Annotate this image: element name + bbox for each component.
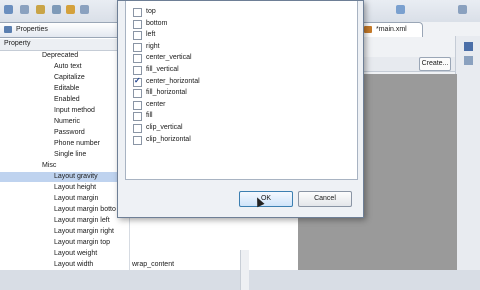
property-value[interactable]: wrap_content	[132, 260, 174, 270]
option-label: fill_vertical	[146, 66, 179, 73]
outline-icon[interactable]	[464, 56, 473, 65]
property-row[interactable]: Layout weight	[0, 249, 240, 259]
create-button[interactable]: Create...	[419, 57, 451, 71]
option-checkbox[interactable]	[133, 89, 142, 99]
folder-icon[interactable]	[36, 5, 45, 14]
star-icon[interactable]	[66, 5, 75, 14]
option-checkbox[interactable]	[133, 135, 142, 145]
property-name: Enabled	[54, 96, 80, 103]
option-checkbox[interactable]	[133, 76, 142, 87]
property-row[interactable]: Layout width wrap_content	[0, 260, 240, 270]
property-name: Layout margin left	[54, 217, 110, 224]
window-icon[interactable]	[458, 5, 467, 14]
property-name: Capitalize	[54, 74, 85, 81]
option-label: left	[146, 31, 156, 39]
property-name: Layout margin	[54, 195, 99, 202]
side-toolbar	[455, 36, 480, 270]
option-label: clip_vertical	[146, 124, 183, 131]
option-checkbox[interactable]	[133, 54, 142, 64]
option-label: center_vertical	[146, 54, 192, 62]
property-row[interactable]: Layout margin top	[0, 238, 240, 248]
properties-scrollbar[interactable]	[240, 250, 249, 290]
ok-button[interactable]: OK	[239, 191, 293, 207]
property-name: Layout margin botto	[54, 206, 116, 213]
properties-icon	[4, 26, 12, 33]
property-column-header: Property	[4, 40, 31, 47]
option-label: center_horizontal	[146, 77, 200, 85]
option-checkbox[interactable]	[133, 100, 142, 110]
option-label: right	[146, 42, 160, 50]
property-name: Password	[54, 129, 85, 136]
editor-tab-label: *main.xml	[376, 26, 407, 33]
property-name: Auto text	[54, 63, 82, 70]
properties-tab-label: Properties	[16, 26, 48, 33]
editor-tab-main-xml[interactable]: *main.xml	[359, 22, 423, 37]
option-checkbox[interactable]	[133, 42, 142, 52]
nav-icon[interactable]	[80, 5, 89, 14]
gravity-options-list: top bottom left right center_vertical fill_ve…	[125, 1, 358, 180]
property-name: Layout gravity	[54, 173, 98, 180]
option-checkbox[interactable]	[133, 19, 142, 29]
option-checkbox[interactable]	[133, 112, 142, 122]
property-name: Layout margin right	[54, 228, 114, 235]
option-label: center	[146, 100, 166, 108]
property-name: Numeric	[54, 118, 81, 125]
option-label: clip_horizontal	[146, 135, 191, 143]
property-name: Layout height	[54, 184, 97, 191]
option-label: top	[146, 8, 156, 15]
option-checkbox[interactable]	[133, 8, 142, 17]
new-icon[interactable]	[4, 5, 13, 14]
properties-tab[interactable]: Properties	[0, 22, 121, 38]
option-checkbox[interactable]	[133, 31, 142, 41]
back-icon[interactable]	[20, 5, 29, 14]
property-name: Phone number	[54, 140, 100, 147]
property-name: Layout margin top	[54, 239, 111, 246]
property-name: Layout width	[54, 261, 94, 268]
cancel-button[interactable]: Cancel	[298, 191, 352, 207]
option-label: fill	[146, 112, 153, 120]
layout-icon[interactable]	[464, 42, 473, 51]
property-name: Input method	[54, 107, 95, 114]
property-row[interactable]: Layout margin right	[0, 227, 240, 237]
property-name: Misc	[42, 162, 57, 169]
option-checkbox[interactable]	[133, 124, 142, 133]
option-label: fill_horizontal	[146, 89, 187, 97]
gravity-dialog: top bottom left right center_vertical fill_ve…	[117, 0, 364, 218]
perspective-icon[interactable]	[396, 5, 405, 14]
property-name: Layout weight	[54, 250, 98, 257]
xml-file-icon	[364, 26, 372, 33]
option-checkbox[interactable]	[133, 66, 142, 75]
option-label: bottom	[146, 19, 168, 27]
forward-icon[interactable]	[52, 5, 61, 14]
property-name: Editable	[54, 85, 80, 92]
property-name: Deprecated	[42, 52, 79, 59]
property-name: Single line	[54, 151, 87, 158]
